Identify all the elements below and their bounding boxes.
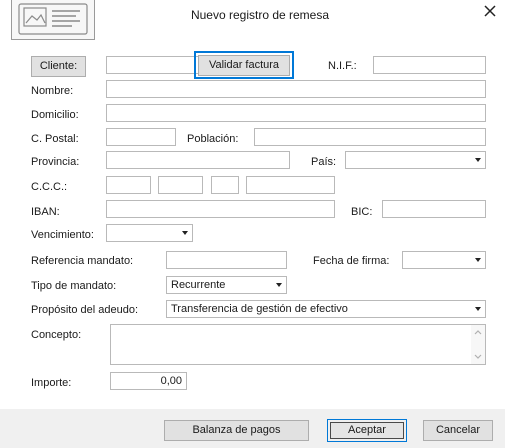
cpostal-label: C. Postal: [31,133,79,145]
cliente-button[interactable]: Cliente: [31,56,86,77]
ccc-oficina-input[interactable] [158,176,203,194]
close-icon[interactable] [482,3,498,19]
fecha-firma-select[interactable] [402,251,486,269]
cancelar-button[interactable]: Cancelar [423,420,493,441]
tipo-mandato-select[interactable]: Recurrente [166,276,287,294]
chevron-down-icon[interactable] [272,277,286,293]
pais-label: País: [311,156,337,168]
vencimiento-label: Vencimiento: [31,229,94,241]
importe-input[interactable]: 0,00 [110,372,187,390]
poblacion-label: Población: [187,133,239,145]
scroll-up-icon[interactable] [471,327,485,337]
chevron-down-icon[interactable] [471,152,485,168]
scroll-down-icon[interactable] [471,352,485,362]
ccc-dc-input[interactable] [211,176,239,194]
nif-input[interactable] [373,56,486,74]
nombre-label: Nombre: [31,85,74,97]
tipo-mandato-value: Recurrente [171,279,226,291]
validar-factura-button[interactable]: Validar factura [198,55,290,76]
chevron-down-icon[interactable] [471,301,485,317]
chevron-down-icon[interactable] [471,252,485,268]
proposito-select[interactable]: Transferencia de gestión de efectivo [166,300,486,318]
logo-frame [11,0,95,40]
domicilio-label: Domicilio: [31,109,79,121]
referencia-label: Referencia mandato: [31,255,134,267]
cpostal-input[interactable] [106,128,176,146]
concepto-scrollbar[interactable] [471,325,485,364]
pais-select[interactable] [345,151,486,169]
bic-label: BIC: [351,206,373,218]
importe-label: Importe: [31,377,72,389]
proposito-value: Transferencia de gestión de efectivo [171,303,348,315]
tipo-mandato-label: Tipo de mandato: [31,280,117,292]
referencia-input[interactable] [166,251,287,269]
balanza-pagos-button[interactable]: Balanza de pagos [164,420,309,441]
ccc-entidad-input[interactable] [106,176,151,194]
ccc-cuenta-input[interactable] [246,176,335,194]
vencimiento-select[interactable] [106,224,193,242]
provincia-input[interactable] [106,151,290,169]
proposito-label: Propósito del adeudo: [31,304,139,316]
iban-label: IBAN: [31,206,60,218]
nombre-input[interactable] [106,80,486,98]
poblacion-input[interactable] [254,128,486,146]
iban-input[interactable] [106,200,335,218]
fecha-firma-label: Fecha de firma: [313,255,390,267]
chevron-down-icon[interactable] [178,225,192,241]
nif-label: N.I.F.: [328,60,357,72]
document-card-icon [18,3,88,35]
ccc-label: C.C.C.: [31,181,68,193]
domicilio-input[interactable] [106,104,486,122]
bic-input[interactable] [382,200,486,218]
concepto-label: Concepto: [31,329,82,341]
provincia-label: Provincia: [31,156,80,168]
aceptar-button[interactable]: Aceptar [330,422,404,439]
dialog-title: Nuevo registro de remesa [190,8,330,22]
cliente-code-input[interactable] [106,56,200,74]
concepto-textarea[interactable] [110,324,486,365]
